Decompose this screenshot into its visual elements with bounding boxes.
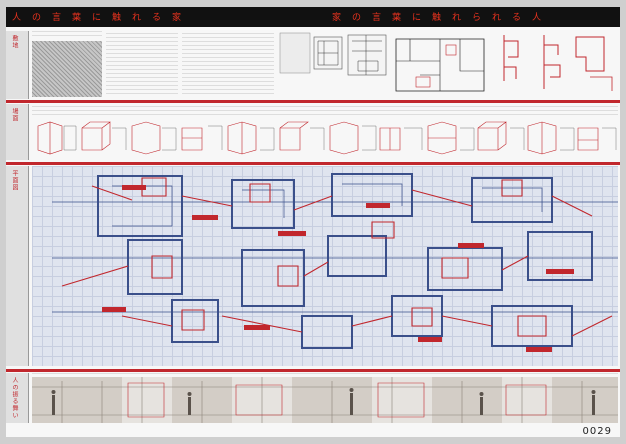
plan-sketch-diagram [395, 38, 485, 92]
section-divider-scenes [6, 100, 620, 103]
plan-annotation-tag [192, 215, 218, 220]
relationship-diagram [503, 35, 613, 91]
section-divider-plan [6, 162, 620, 165]
description-text-block [182, 31, 274, 97]
concept-text-block [106, 31, 178, 97]
page-number: 0029 [582, 426, 612, 437]
presentation-board: 人の言葉に触れる家 家の言葉に触れられる人 敷地 場面 平面図 人の振る舞い 0… [6, 7, 620, 437]
floor-plan-drawing [52, 173, 618, 349]
plan-annotation-tag [244, 325, 270, 330]
title-band: 人の言葉に触れる家 家の言葉に触れられる人 [6, 7, 620, 27]
side-label-scenes: 場面 [6, 104, 29, 160]
plan-annotation-tag [102, 307, 126, 312]
plan-annotation-tag [366, 203, 390, 208]
side-label-plan: 平面図 [6, 166, 29, 366]
scene-axonometric-row [37, 121, 617, 155]
intro-text-block [32, 31, 102, 39]
site-aerial-map [32, 41, 102, 97]
plan-annotation-tag [278, 231, 306, 236]
interior-photo-strip [32, 377, 618, 423]
plan-annotation-tag [458, 243, 484, 248]
plan-annotation-tag [122, 185, 146, 190]
plan-annotation-tag [526, 347, 552, 352]
photo-strip-figures [32, 377, 618, 423]
plan-annotation-tag [546, 269, 574, 274]
side-label-photo: 人の振る舞い [6, 373, 29, 423]
title-right: 家の言葉に触れられる人 [332, 13, 553, 23]
title-left: 人の言葉に触れる家 [12, 13, 193, 23]
scenes-description-text [32, 104, 618, 118]
plan-annotation-tag [418, 337, 442, 342]
side-label-site: 敷地 [6, 31, 29, 99]
section-divider-photo [6, 369, 620, 372]
site-sketch-diagrams [279, 32, 387, 76]
